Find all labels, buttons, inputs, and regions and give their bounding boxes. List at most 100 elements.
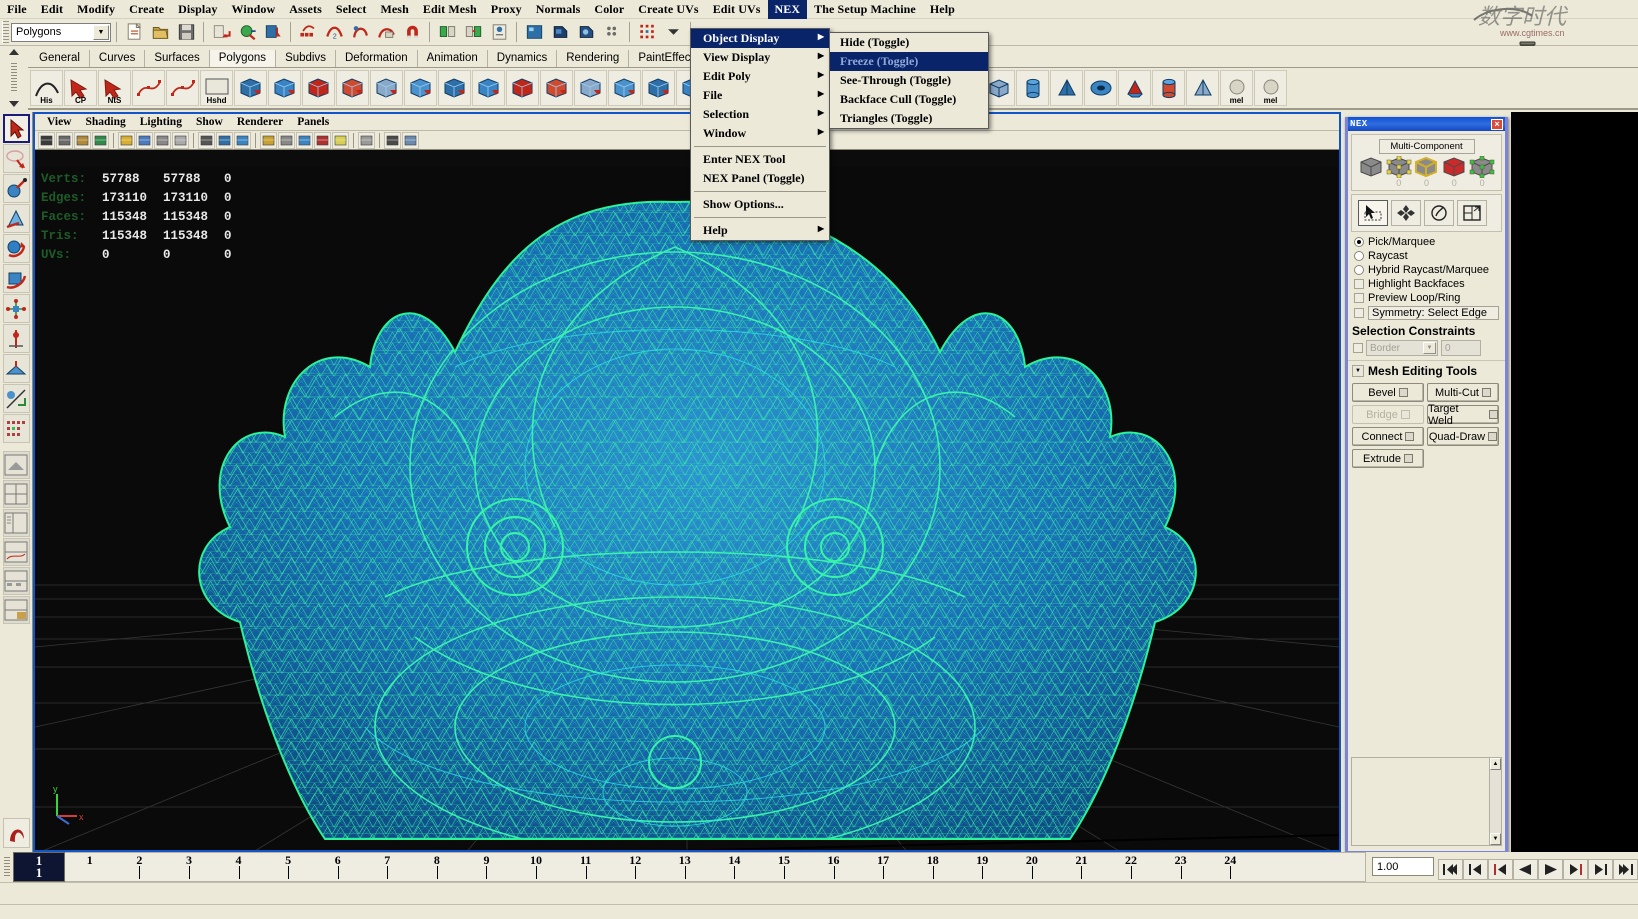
timeline-frame-label[interactable]: 24 (1224, 853, 1236, 868)
menu-help[interactable]: Help (923, 0, 962, 19)
quadrangulate-shelf-button[interactable] (642, 70, 675, 106)
mel-script-2-shelf-button[interactable]: mel (1254, 70, 1287, 106)
menu-edit-mesh[interactable]: Edit Mesh (416, 0, 484, 19)
render-current-frame-button[interactable] (461, 21, 485, 44)
nex-menu-item-file[interactable]: File▶ (691, 86, 829, 105)
menu-file[interactable]: File (0, 0, 34, 19)
menu-select[interactable]: Select (329, 0, 374, 19)
magnet-button[interactable] (400, 21, 424, 44)
viewport-menu-renderer[interactable]: Renderer (230, 116, 290, 128)
tool-bevel-button[interactable]: Bevel (1352, 383, 1424, 402)
shelf-tab-dynamics[interactable]: Dynamics (488, 50, 557, 67)
grid-toggle-icon[interactable] (136, 132, 153, 149)
radio-button[interactable] (1354, 251, 1364, 261)
radio-raycast[interactable]: Raycast (1348, 249, 1505, 263)
step-forward-frame-button[interactable] (1563, 859, 1588, 880)
menu-normals[interactable]: Normals (529, 0, 588, 19)
viewport-menu-lighting[interactable]: Lighting (133, 116, 189, 128)
shelf-tab-curves[interactable]: Curves (90, 50, 145, 67)
timeline-ticks[interactable]: 123456789101112131415161718192021222324 (65, 852, 1366, 882)
go-to-end-button[interactable] (1613, 859, 1638, 880)
hypergraph-persp-layout[interactable] (3, 567, 30, 595)
scroll-down-icon[interactable]: ▼ (1490, 833, 1501, 845)
nex-menu-item-selection[interactable]: Selection▶ (691, 105, 829, 124)
nex-menu-item-object-display[interactable]: Object Display▶ (691, 29, 829, 48)
timeline-frame-label[interactable]: 9 (483, 853, 489, 868)
smooth-shade-icon[interactable] (216, 132, 233, 149)
image-plane-icon[interactable] (92, 132, 109, 149)
triangulate-shelf-button[interactable] (608, 70, 641, 106)
play-forwards-button[interactable] (1538, 859, 1563, 880)
timeline-frame-label[interactable]: 7 (384, 853, 390, 868)
move-tool[interactable] (3, 234, 30, 263)
select-by-component-button[interactable] (261, 21, 285, 44)
poly-cylinder-shelf-button[interactable] (1016, 70, 1049, 106)
four-view-layout[interactable] (3, 480, 30, 508)
nex-tool-panel[interactable]: NEX × Multi-Component 0000 Pick/MarqueeR… (1345, 117, 1508, 854)
ep-curve-shelf-button[interactable] (166, 70, 199, 106)
new-scene-button[interactable] (122, 21, 146, 44)
mel-script-1-shelf-button[interactable]: mel (1220, 70, 1253, 106)
go-to-start-button[interactable] (1438, 859, 1463, 880)
construction-history-button[interactable] (435, 21, 459, 44)
timeline-frame-label[interactable]: 17 (877, 853, 889, 868)
timeline-frame-label[interactable]: 13 (679, 853, 691, 868)
radio-button[interactable] (1354, 237, 1364, 247)
timeline-frame-label[interactable]: 20 (1026, 853, 1038, 868)
command-line[interactable] (0, 904, 1638, 919)
nex-menu-item-help[interactable]: Help▶ (691, 221, 829, 240)
timeline-frame-label[interactable]: 21 (1075, 853, 1087, 868)
nex-panel-titlebar[interactable]: NEX × (1348, 117, 1505, 131)
marquee-select-button[interactable] (1358, 200, 1388, 226)
expand-button[interactable] (1457, 200, 1487, 226)
show-manipulator-tool[interactable] (3, 354, 30, 383)
timeline-frame-label[interactable]: 6 (335, 853, 341, 868)
paint-select-tool[interactable] (3, 174, 30, 203)
nex-menu-item-show-options[interactable]: Show Options... (691, 195, 829, 214)
uv-mode-icon[interactable]: 0 (1468, 156, 1496, 188)
play-backwards-button[interactable] (1513, 859, 1538, 880)
viewport-menu-panels[interactable]: Panels (290, 116, 336, 128)
wireframe-icon[interactable] (198, 132, 215, 149)
viewport-3d-canvas[interactable]: Verts:57788577880Edges:1731101731100Face… (35, 167, 1339, 850)
bevel-shelf-button[interactable] (438, 70, 471, 106)
symmetry-label[interactable]: Symmetry: Select Edge (1368, 306, 1499, 320)
timeline-frame-label[interactable]: 10 (530, 853, 542, 868)
menu-the-setup-machine[interactable]: The Setup Machine (807, 0, 923, 19)
render-view-button[interactable] (574, 21, 598, 44)
playback-speed-field[interactable]: 1.00 (1372, 857, 1434, 876)
poly-pyramid-shelf-button[interactable] (1186, 70, 1219, 106)
cut-faces-shelf-button[interactable] (540, 70, 573, 106)
shelf-left-handle[interactable] (0, 46, 28, 110)
tool-options-icon[interactable] (1401, 410, 1410, 419)
show-batch-render-button[interactable] (600, 21, 624, 44)
menuset-selector[interactable]: Polygons ▼ (11, 23, 111, 42)
select-by-object-button[interactable] (235, 21, 259, 44)
snap-to-point-button[interactable] (348, 21, 372, 44)
nts-shelf-button[interactable]: NtS (98, 70, 131, 106)
tool-options-icon[interactable] (1489, 410, 1498, 419)
tool-options-icon[interactable] (1482, 388, 1491, 397)
bookmark-icon[interactable] (74, 132, 91, 149)
timeline-frame-label[interactable]: 2 (136, 853, 142, 868)
menu-window[interactable]: Window (225, 0, 283, 19)
tool-options-icon[interactable] (1399, 388, 1408, 397)
display-layer-icon[interactable] (402, 132, 419, 149)
history-shelf-button[interactable]: His (30, 70, 63, 106)
submenu-item-backface-cull-toggle[interactable]: Backface Cull (Toggle) (830, 90, 988, 109)
time-slider-grip[interactable] (0, 852, 13, 882)
timeline-frame-label[interactable]: 16 (828, 853, 840, 868)
viewport-menu-shading[interactable]: Shading (78, 116, 132, 128)
current-frame-indicator[interactable]: 1 1 (13, 852, 65, 882)
object-display-submenu[interactable]: Hide (Toggle)Freeze (Toggle)See-Through … (829, 32, 989, 129)
toggle-panels-button[interactable] (661, 21, 685, 44)
menu-assets[interactable]: Assets (282, 0, 329, 19)
camera-attributes-icon[interactable] (56, 132, 73, 149)
menu-proxy[interactable]: Proxy (484, 0, 529, 19)
menu-create-uvs[interactable]: Create UVs (631, 0, 705, 19)
symmetry-checkbox[interactable] (1354, 308, 1364, 318)
checkbox-preview-loop-ring[interactable]: Preview Loop/Ring (1348, 291, 1505, 305)
tool-connect-button[interactable]: Connect (1352, 427, 1424, 446)
edge-mode-icon[interactable]: 0 (1413, 156, 1441, 188)
single-perspective-layout[interactable] (3, 451, 30, 479)
